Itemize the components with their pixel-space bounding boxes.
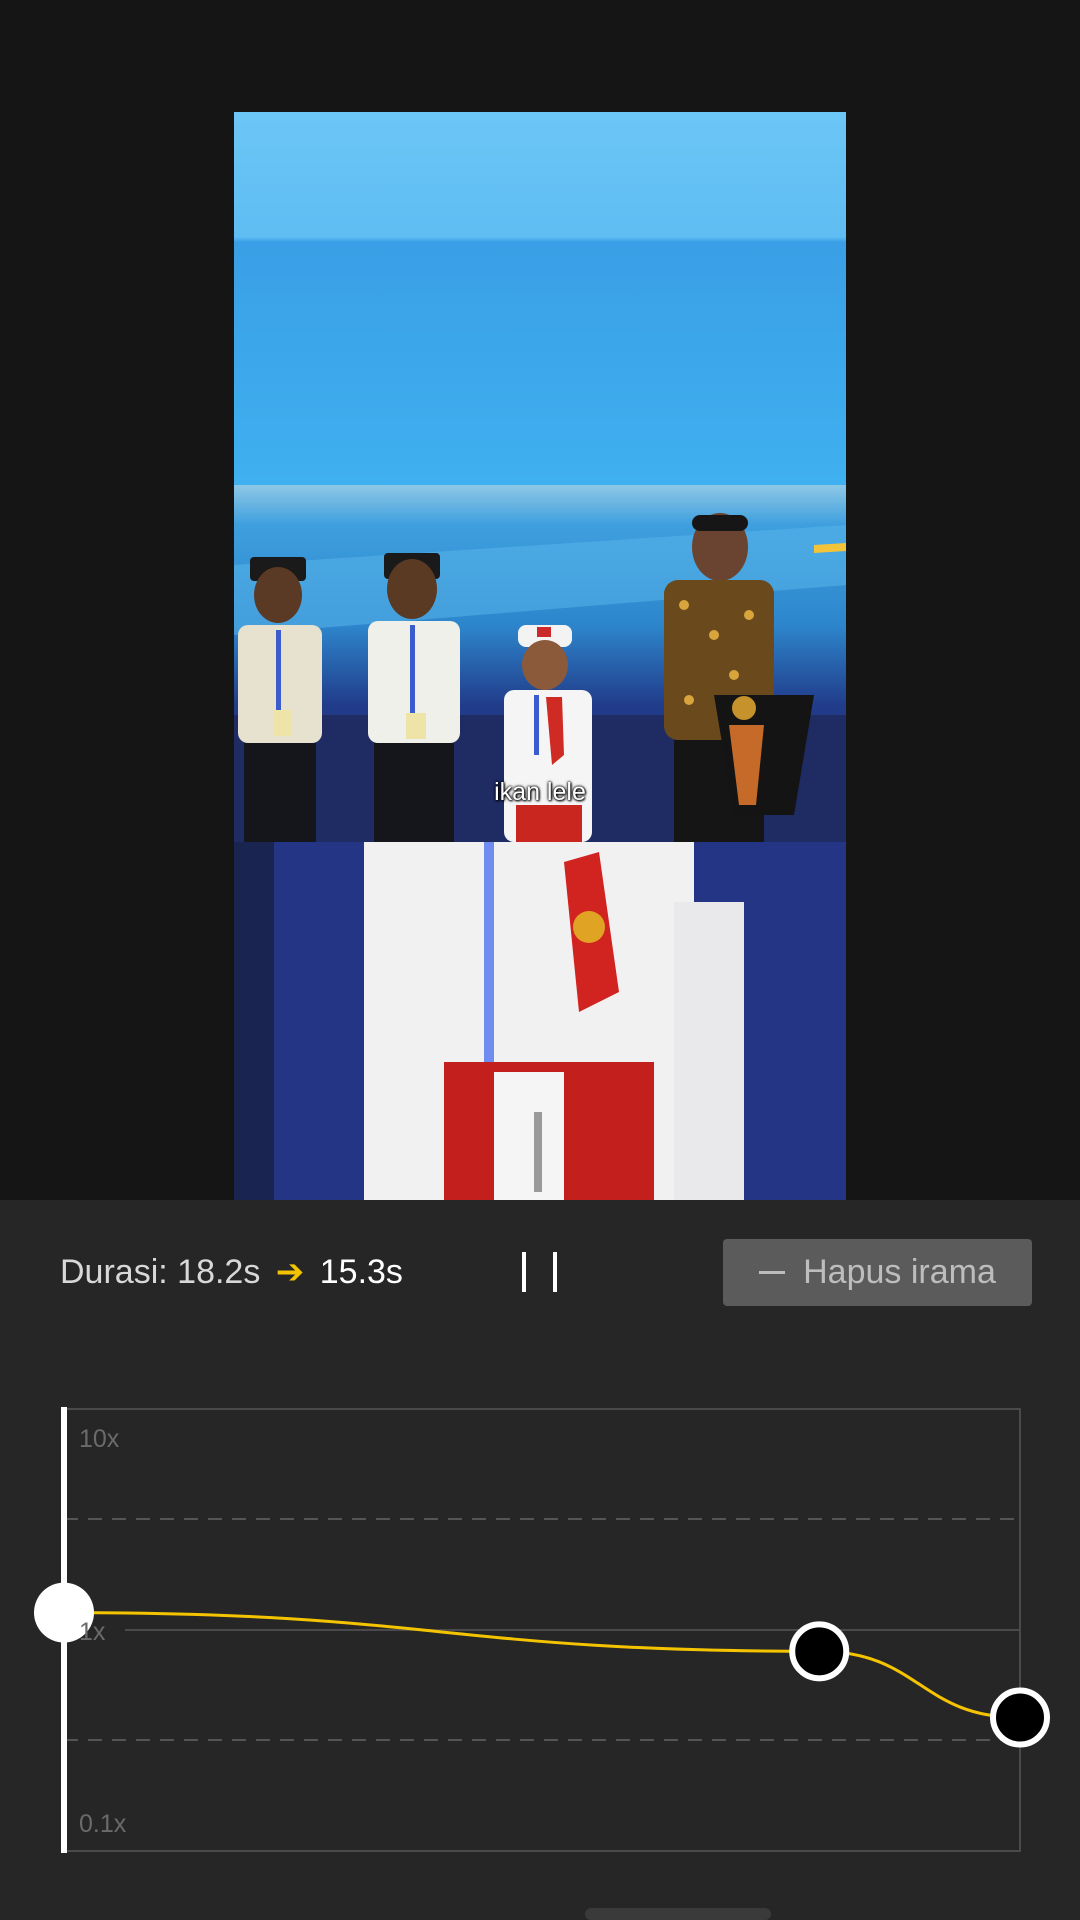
speed-curve-graph[interactable] [0,0,1080,1920]
axis-label-0.1x: 0.1x [79,1810,127,1838]
curve-control-point-3[interactable] [990,1687,1050,1748]
speed-curve-line [63,1611,1021,1720]
axis-label-10x: 10x [79,1425,120,1453]
axis-label-1x: 1x [79,1618,106,1646]
home-indicator [585,1908,771,1920]
curve-control-point-2[interactable] [789,1621,850,1682]
curve-control-points [34,1582,1050,1748]
